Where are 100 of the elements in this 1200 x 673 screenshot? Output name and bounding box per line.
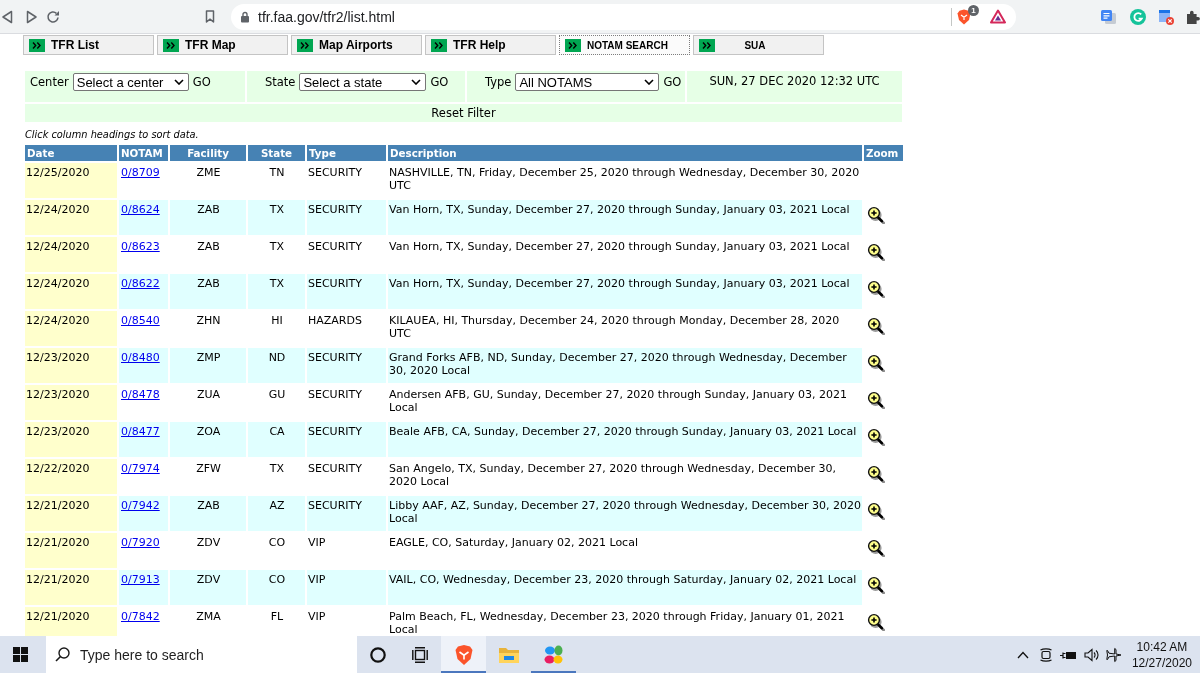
table-cell: Van Horn, TX, Sunday, December 27, 2020 through Sunday, January 03, 2021 Local xyxy=(388,200,862,235)
notam-link[interactable]: 0/8540 xyxy=(121,314,160,327)
notam-link[interactable]: 0/8477 xyxy=(121,425,160,438)
zoom-in-icon[interactable] xyxy=(867,502,885,520)
ring-icon[interactable] xyxy=(370,646,386,663)
notam-link[interactable]: 0/8623 xyxy=(121,240,160,253)
table-cell: 12/23/2020 xyxy=(25,422,117,457)
chevron-down-icon xyxy=(644,79,655,85)
airplane-icon[interactable] xyxy=(1105,646,1122,663)
notam-link[interactable]: 0/8480 xyxy=(121,351,160,364)
notam-link[interactable]: 0/7920 xyxy=(121,536,160,549)
zoom-in-icon[interactable] xyxy=(867,428,885,446)
filter-label: Center xyxy=(30,74,69,91)
double-chevron-icon xyxy=(699,38,715,52)
forward-icon[interactable] xyxy=(26,9,38,24)
nav-tab[interactable]: TFR Help xyxy=(425,35,556,55)
zoom-in-icon[interactable] xyxy=(867,465,885,483)
table-cell: Grand Forks AFB, ND, Sunday, December 27, 2020 through Wednesday, December 30, 2020 Local xyxy=(388,348,862,383)
table-cell: ZAB xyxy=(170,496,246,531)
petals-icon xyxy=(542,643,565,666)
notam-link[interactable]: 0/8622 xyxy=(121,277,160,290)
zoom-in-icon[interactable] xyxy=(867,354,885,372)
notam-link[interactable]: 0/8624 xyxy=(121,203,160,216)
notam-link[interactable]: 0/7942 xyxy=(121,499,160,512)
zoom-in-icon[interactable] xyxy=(867,391,885,409)
column-header[interactable]: Zoom xyxy=(864,145,903,161)
column-header[interactable]: State xyxy=(248,145,305,161)
select-field[interactable]: Select a center xyxy=(72,73,189,91)
go-button[interactable]: GO xyxy=(663,73,682,91)
clock-button[interactable]: 10:42 AM 12/27/2020 xyxy=(1128,638,1192,671)
address-bar[interactable]: tfr.faa.gov/tfr2/list.html 1 xyxy=(231,3,1016,30)
double-chevron-icon xyxy=(163,38,179,52)
back-icon[interactable] xyxy=(1,9,13,24)
table-cell: SECURITY xyxy=(307,496,386,531)
nav-tab[interactable]: TFR Map xyxy=(157,35,288,55)
table-cell: Beale AFB, CA, Sunday, December 27, 2020 through Sunday, January 03, 2021 Local xyxy=(388,422,862,457)
column-header[interactable]: Facility xyxy=(170,145,246,161)
nav-tab[interactable]: SUA xyxy=(693,35,824,55)
taskbar-app-button[interactable] xyxy=(441,636,486,673)
column-header[interactable]: NOTAM xyxy=(119,145,168,161)
table-cell: 12/25/2020 xyxy=(25,163,117,198)
bookmark-icon[interactable] xyxy=(205,10,215,23)
notam-link[interactable]: 0/7842 xyxy=(121,610,160,623)
notam-link[interactable]: 0/8709 xyxy=(121,166,160,179)
zoom-in-icon[interactable] xyxy=(867,576,885,594)
table-cell: 12/21/2020 xyxy=(25,496,117,531)
zoom-in-icon[interactable] xyxy=(867,280,885,298)
table-cell: ND xyxy=(248,348,305,383)
go-button[interactable]: GO xyxy=(192,73,211,91)
notam-link[interactable]: 0/8478 xyxy=(121,388,160,401)
column-header[interactable]: Description xyxy=(388,145,862,161)
start-icon[interactable] xyxy=(12,647,28,662)
volume-icon[interactable] xyxy=(1083,647,1099,662)
table-cell: ZOA xyxy=(170,422,246,457)
chevron-up-icon[interactable] xyxy=(1016,650,1029,659)
zoom-in-icon[interactable] xyxy=(867,613,885,631)
sort-hint-text: Click column headings to sort data. xyxy=(25,128,199,141)
table-cell: 12/24/2020 xyxy=(25,237,117,272)
chevron-down-icon xyxy=(173,79,184,85)
table-cell: 12/24/2020 xyxy=(25,274,117,309)
column-header[interactable]: Type xyxy=(307,145,386,161)
shield-icon[interactable] xyxy=(957,8,971,25)
task-view-icon[interactable] xyxy=(412,646,428,663)
double-chevron-icon xyxy=(29,38,45,52)
table-cell: ZAB xyxy=(170,274,246,309)
table-cell: Van Horn, TX, Sunday, December 27, 2020 through Sunday, January 03, 2021 Local xyxy=(388,274,862,309)
zoom-in-icon[interactable] xyxy=(867,206,885,224)
table-cell: TX xyxy=(248,274,305,309)
zoom-in-icon[interactable] xyxy=(867,539,885,557)
timestamp-text: SUN, 27 DEC 2020 12:32 UTC xyxy=(709,74,880,89)
stacked-pages-icon[interactable] xyxy=(1100,8,1117,25)
puzzle-icon[interactable] xyxy=(1186,8,1200,25)
table-cell: 12/21/2020 xyxy=(25,570,117,605)
framed-square-icon[interactable] xyxy=(1038,646,1053,663)
page-block-icon[interactable] xyxy=(1158,8,1174,25)
table-cell: SECURITY xyxy=(307,348,386,383)
table-cell: ZMP xyxy=(170,348,246,383)
table-cell: Libby AAF, AZ, Sunday, December 27, 2020 through Wednesday, December 30, 2020 Local xyxy=(388,496,862,531)
nav-tab[interactable]: Map Airports xyxy=(291,35,422,55)
table-cell: SECURITY xyxy=(307,200,386,235)
notam-link[interactable]: 0/7974 xyxy=(121,462,160,475)
nav-tab[interactable]: NOTAM SEARCH xyxy=(559,35,690,55)
shield-icon xyxy=(453,643,474,666)
zoom-in-icon[interactable] xyxy=(867,243,885,261)
column-header[interactable]: Date xyxy=(25,145,117,161)
chevron-down-icon xyxy=(411,79,422,85)
select-field[interactable]: All NOTAMS xyxy=(515,73,660,91)
zoom-in-icon[interactable] xyxy=(867,317,885,335)
search-field[interactable]: Type here to search xyxy=(46,636,357,673)
nav-tab[interactable]: TFR List xyxy=(23,35,154,55)
table-cell: SECURITY xyxy=(307,274,386,309)
notam-link[interactable]: 0/7913 xyxy=(121,573,160,586)
triangle-icon[interactable] xyxy=(990,9,1006,24)
table-cell: SECURITY xyxy=(307,422,386,457)
reset-filter-button[interactable]: Reset Filter xyxy=(431,105,496,121)
count-badge: 1 xyxy=(968,4,979,16)
folder-icon xyxy=(497,645,520,664)
reload-icon[interactable] xyxy=(46,9,60,24)
go-button[interactable]: GO xyxy=(430,73,449,91)
select-field[interactable]: Select a state xyxy=(299,73,427,91)
